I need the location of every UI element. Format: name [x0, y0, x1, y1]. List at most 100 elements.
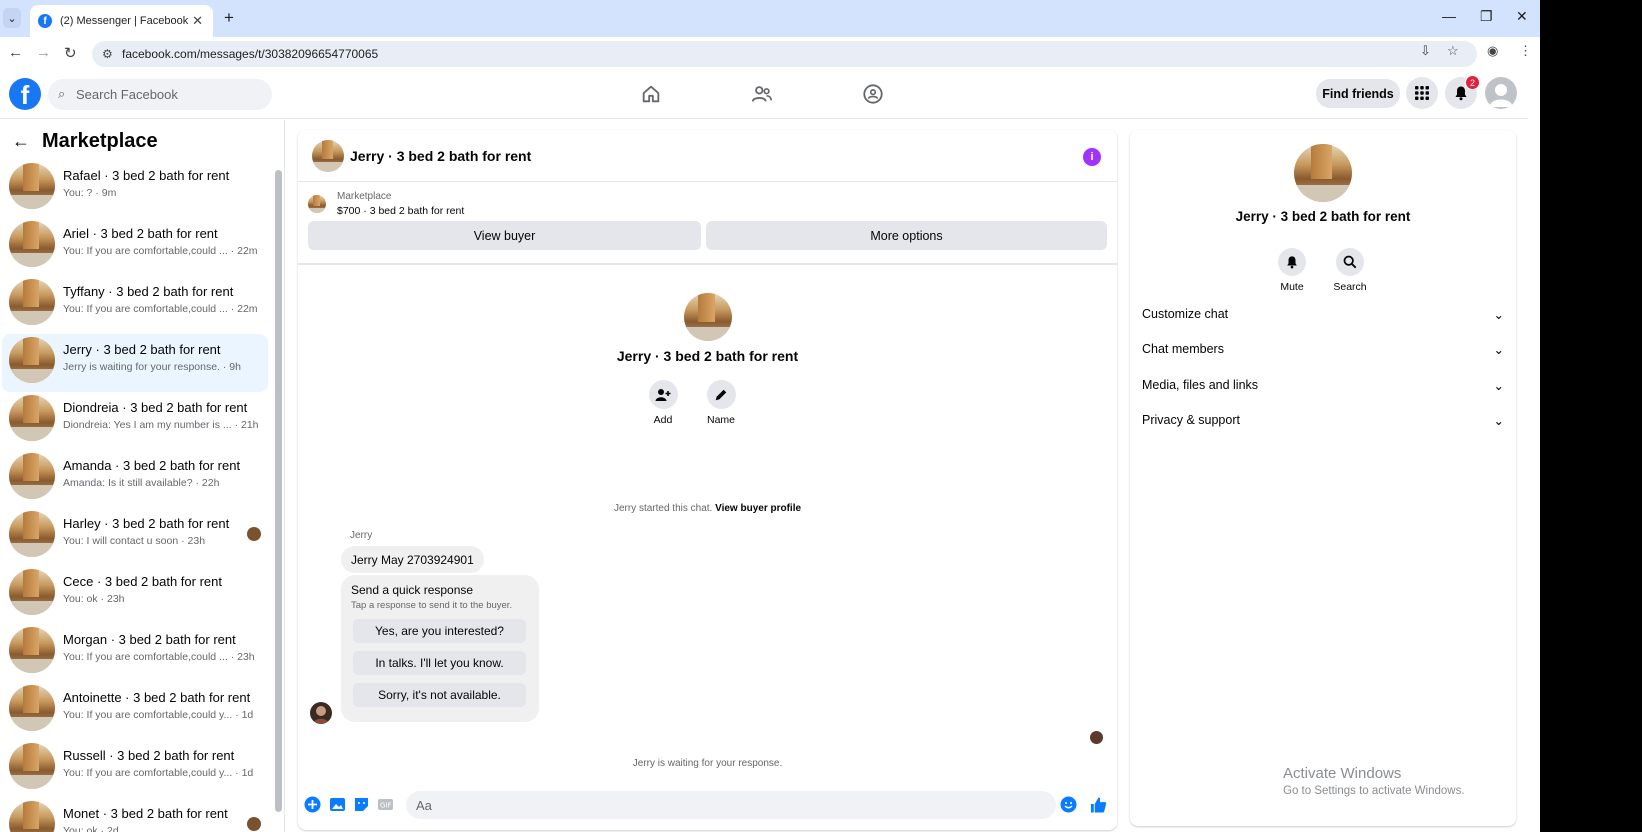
back-icon[interactable]: ← [8, 44, 23, 61]
message-bubble[interactable]: Jerry May 2703924901 [341, 546, 484, 573]
close-window-icon[interactable]: ✕ [1516, 8, 1528, 25]
new-tab-icon[interactable]: + [224, 8, 234, 28]
customize-chat-label: Customize chat [1142, 307, 1229, 321]
conversation-item[interactable]: Antoinette · 3 bed 2 bath for rent You: I… [2, 682, 268, 740]
quick-response-in-talks-button[interactable]: In talks. I'll let you know. [353, 651, 526, 675]
menu-grid-icon[interactable] [1406, 77, 1438, 109]
pencil-icon [706, 380, 736, 409]
quick-response-yes-button[interactable]: Yes, are you interested? [353, 619, 526, 643]
conversation-item[interactable]: Monet · 3 bed 2 bath for rent You: ok · 2… [2, 798, 268, 832]
conversation-avatar [9, 801, 55, 832]
conversation-item[interactable]: Tyffany · 3 bed 2 bath for rent You: If y… [2, 276, 268, 334]
conversation-name: Diondreia · 3 bed 2 bath for rent [63, 400, 248, 415]
conversation-preview: You: If you are comfortable,could ... · … [63, 245, 258, 257]
restore-icon[interactable]: ❐ [1480, 8, 1493, 25]
facebook-logo-icon[interactable]: f [9, 78, 41, 110]
browser-tab[interactable]: f (2) Messenger | Facebook ✕ [30, 5, 213, 37]
activate-windows-watermark: Activate Windows Go to Settings to activ… [1283, 765, 1465, 797]
chat-avatar[interactable] [312, 140, 344, 172]
conversation-name: Ariel · 3 bed 2 bath for rent [63, 226, 218, 241]
add-people-button[interactable]: Add [638, 380, 688, 426]
home-icon[interactable] [638, 81, 664, 107]
listing-price[interactable]: $700 · 3 bed 2 bath for rent [337, 205, 464, 217]
conversation-item[interactable]: Cece · 3 bed 2 bath for rent You: ok · 23… [2, 566, 268, 624]
conversation-preview: Amanda: Is it still available? · 22h [63, 477, 220, 489]
quick-response-subtitle: Tap a response to send it to the buyer. [351, 600, 513, 611]
chat-started-notice: Jerry started this chat. View buyer prof… [298, 503, 1117, 514]
browser-menu-icon[interactable]: ⋮ [1519, 43, 1532, 59]
like-thumbs-up-icon[interactable] [1090, 796, 1107, 813]
friends-icon[interactable] [749, 81, 775, 107]
attach-photo-icon[interactable] [329, 796, 346, 813]
details-avatar[interactable] [1294, 144, 1352, 202]
gif-icon[interactable]: GIF [377, 796, 394, 813]
conversation-item[interactable]: Harley · 3 bed 2 bath for rent You: I wil… [2, 508, 268, 566]
conversation-name: Amanda · 3 bed 2 bath for rent [63, 458, 241, 473]
conversation-item[interactable]: Ariel · 3 bed 2 bath for rent You: If you… [2, 218, 268, 276]
profile-icon[interactable]: ◉ [1487, 43, 1498, 59]
search-in-chat-button[interactable]: Search [1325, 248, 1375, 293]
mute-label: Mute [1280, 281, 1304, 293]
conversation-item[interactable]: Russell · 3 bed 2 bath for rent You: If y… [2, 740, 268, 798]
find-friends-button[interactable]: Find friends [1316, 79, 1400, 108]
conversation-item[interactable]: Jerry · 3 bed 2 bath for rent Jerry is wa… [2, 334, 268, 392]
site-info-icon[interactable]: ⚙ [102, 47, 113, 61]
conversation-avatar [9, 627, 55, 673]
minimize-icon[interactable]: — [1442, 8, 1456, 24]
read-receipt-avatar [247, 817, 261, 831]
message-sender-name: Jerry [350, 530, 373, 541]
listing-thumbnail[interactable] [308, 195, 326, 213]
emoji-icon[interactable] [1060, 796, 1077, 813]
media-files-links-row[interactable]: Media, files and links ⌄ [1142, 371, 1504, 399]
privacy-support-label: Privacy & support [1142, 413, 1240, 427]
groups-icon[interactable] [860, 81, 886, 107]
reload-icon[interactable]: ↻ [64, 44, 77, 62]
quick-response-card: Send a quick response Tap a response to … [341, 575, 539, 722]
privacy-support-row[interactable]: Privacy & support ⌄ [1142, 406, 1504, 434]
name-label: Name [706, 414, 735, 426]
profile-avatar[interactable] [684, 293, 732, 341]
message-composer: GIF Aa [298, 785, 1117, 830]
quick-response-not-available-button[interactable]: Sorry, it's not available. [353, 683, 526, 707]
name-chat-button[interactable]: Name [696, 380, 746, 426]
conversation-preview: You: If you are comfortable,could ... · … [63, 651, 255, 663]
conversation-preview: You: ok · 2d [63, 825, 119, 832]
address-bar[interactable]: ⚙ facebook.com/messages/t/30382096654770… [92, 41, 1477, 67]
mute-button[interactable]: Mute [1267, 248, 1317, 293]
conversation-avatar [9, 453, 55, 499]
sender-avatar[interactable] [310, 702, 332, 724]
back-arrow-icon[interactable]: ← [12, 131, 30, 152]
customize-chat-row[interactable]: Customize chat ⌄ [1142, 300, 1504, 328]
tab-close-icon[interactable]: ✕ [192, 13, 203, 29]
chat-title[interactable]: Jerry · 3 bed 2 bath for rent [350, 148, 531, 164]
view-buyer-profile-link[interactable]: View buyer profile [715, 503, 801, 514]
bookmark-star-icon[interactable]: ☆ [1447, 43, 1459, 59]
add-person-icon [648, 380, 678, 409]
facebook-search-input[interactable]: ⌕ Search Facebook [48, 79, 272, 110]
conversation-item[interactable]: Diondreia · 3 bed 2 bath for rent Diondre… [2, 392, 268, 450]
svg-text:GIF: GIF [380, 802, 392, 810]
sticker-icon[interactable] [353, 796, 370, 813]
message-input[interactable]: Aa [406, 791, 1056, 819]
conversation-preview: You: If you are comfortable,could ... · … [63, 303, 258, 315]
forward-icon[interactable]: → [36, 44, 51, 61]
view-buyer-button[interactable]: View buyer [308, 221, 701, 250]
sidebar-scroll-thumb[interactable] [275, 170, 282, 812]
install-app-icon[interactable]: ⇩ [1420, 43, 1431, 59]
conversation-item[interactable]: Rafael · 3 bed 2 bath for rent You: ? · 9… [2, 160, 268, 218]
info-icon[interactable]: i [1083, 148, 1101, 166]
chat-members-row[interactable]: Chat members ⌄ [1142, 335, 1504, 363]
notification-badge: 2 [1465, 75, 1480, 90]
search-label: Search [1333, 281, 1367, 293]
tab-search-icon[interactable]: ⌄ [3, 8, 21, 28]
more-options-button[interactable]: More options [706, 221, 1107, 250]
chat-header: Jerry · 3 bed 2 bath for rent i [298, 130, 1117, 182]
bell-icon [1278, 248, 1306, 276]
conversation-item[interactable]: Morgan · 3 bed 2 bath for rent You: If yo… [2, 624, 268, 682]
conversation-preview: You: ok · 23h [63, 593, 125, 605]
started-text: Jerry started this chat. [613, 503, 713, 514]
more-actions-plus-icon[interactable] [304, 796, 321, 813]
search-placeholder: Search Facebook [76, 87, 178, 102]
conversation-item[interactable]: Amanda · 3 bed 2 bath for rent Amanda: Is… [2, 450, 268, 508]
account-avatar[interactable] [1485, 77, 1517, 109]
